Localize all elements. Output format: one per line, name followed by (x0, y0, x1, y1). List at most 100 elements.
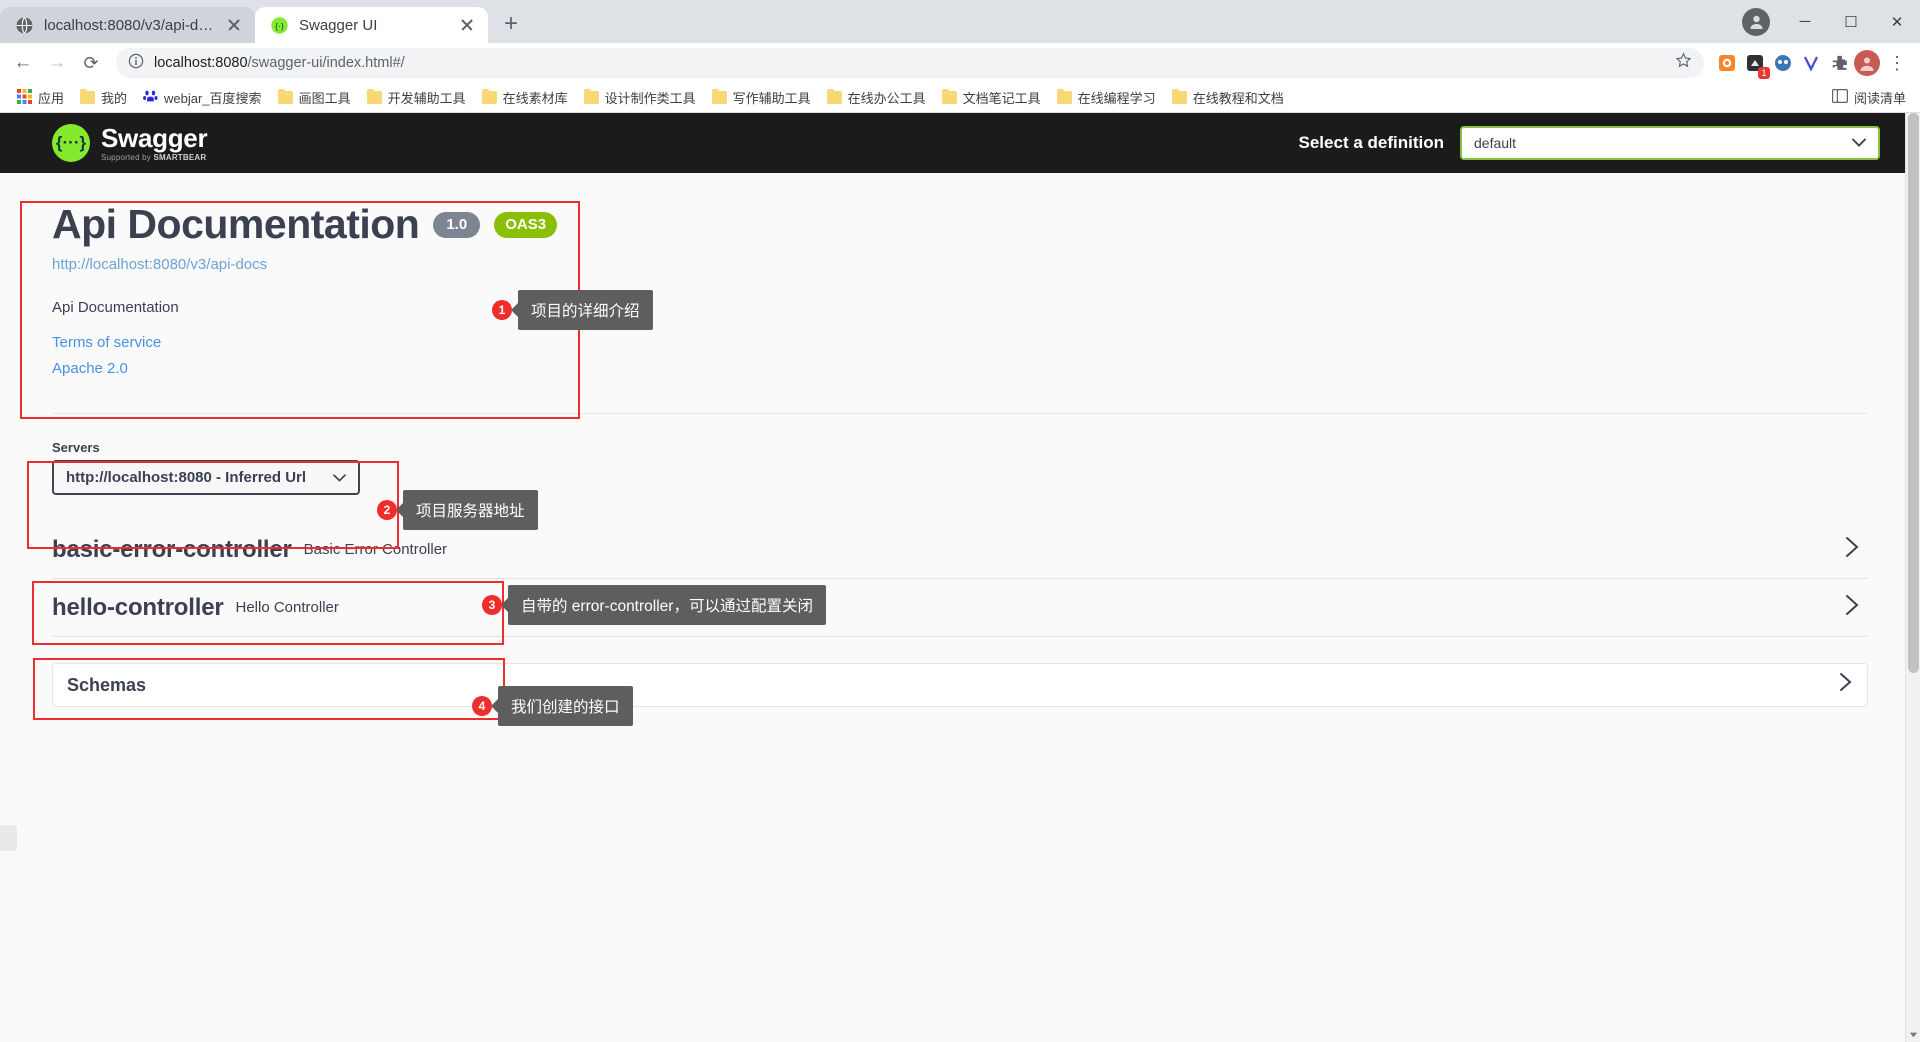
minimize-button[interactable]: ─ (1782, 0, 1828, 43)
avatar[interactable] (1742, 7, 1770, 36)
oas-badge: OAS3 (494, 211, 558, 238)
bookmark-label: 应用 (38, 91, 65, 106)
swagger-logo[interactable]: {···} Swagger Supported by SMARTBEAR (52, 122, 208, 162)
apps-grid-icon (17, 88, 32, 107)
chevron-down-icon (333, 470, 346, 485)
browser-toolbar: ← → ⟳ localhost:8080/swagger-ui/index.ht… (0, 43, 1920, 83)
sidebar-collapse-handle[interactable] (0, 825, 17, 851)
bookmark-folder-material-library[interactable]: 在线素材库 (475, 85, 575, 110)
scrollbar-thumb[interactable] (1908, 113, 1919, 673)
url-path: /swagger-ui/index.html#/ (247, 55, 405, 71)
folder-icon (277, 88, 293, 104)
bookmark-folder-doc-note-tools[interactable]: 文档笔记工具 (935, 85, 1048, 110)
folder-icon (1171, 88, 1187, 104)
swagger-icon: {·} (270, 16, 289, 35)
definition-select[interactable]: default (1460, 126, 1880, 160)
browser-tab-api-docs[interactable]: localhost:8080/v3/api-docs (0, 7, 255, 43)
folder-icon (711, 88, 727, 104)
bookmark-label: 在线办公工具 (847, 91, 926, 106)
folder-icon (941, 88, 957, 104)
chevron-right-icon[interactable] (1845, 594, 1868, 622)
bookmark-folder-mine[interactable]: 我的 (73, 85, 134, 110)
bookmark-webjar-baidu[interactable]: webjar_百度搜索 (136, 85, 269, 110)
supported-by-text: Supported by (101, 152, 151, 162)
folder-icon (80, 88, 96, 104)
page-scrollbar[interactable] (1905, 113, 1920, 1042)
maximize-button[interactable]: ☐ (1828, 0, 1874, 43)
bookmark-folder-office-tools[interactable]: 在线办公工具 (820, 85, 933, 110)
browser-window: localhost:8080/v3/api-docs {·} Swagger U… (0, 0, 1920, 1042)
folder-icon (366, 88, 382, 104)
schemas-row[interactable]: Schemas (52, 663, 1868, 707)
scroll-down-icon[interactable] (1909, 1030, 1918, 1039)
definition-selector-group: Select a definition default (1299, 126, 1880, 160)
svg-text:{·}: {·} (275, 21, 284, 31)
bookmark-label: 画图工具 (298, 91, 351, 106)
back-icon[interactable]: ← (8, 48, 38, 78)
terms-of-service-link[interactable]: Terms of service (52, 334, 1848, 351)
swagger-content: Api Documentation 1.0 OAS3 http://localh… (0, 173, 1920, 707)
bookmark-folder-drawing-tools[interactable]: 画图工具 (271, 85, 358, 110)
version-badge: 1.0 (433, 211, 481, 238)
license-link[interactable]: Apache 2.0 (52, 360, 1848, 377)
extension-dark-icon[interactable]: 1 (1742, 50, 1770, 79)
bookmark-label: 在线教程和文档 (1192, 91, 1284, 106)
server-select[interactable]: http://localhost:8080 - Inferred Url (52, 460, 360, 495)
new-tab-button[interactable]: + (494, 7, 528, 41)
reading-list-button[interactable]: 阅读清单 (1831, 88, 1906, 107)
swagger-logo-icon: {···} (52, 124, 90, 162)
bookmark-label: 设计制作类工具 (604, 91, 696, 106)
extension-orange-icon[interactable] (1714, 50, 1740, 76)
tag-name: hello-controller (52, 593, 224, 621)
close-icon[interactable] (458, 16, 476, 34)
bookmark-label: 开发辅助工具 (387, 91, 466, 106)
tag-row-basic-error-controller[interactable]: basic-error-controller Basic Error Contr… (52, 521, 1868, 579)
bookmark-folder-tutorials-docs[interactable]: 在线教程和文档 (1165, 85, 1291, 110)
bookmark-label: 在线编程学习 (1077, 91, 1156, 106)
address-bar[interactable]: localhost:8080/swagger-ui/index.html#/ (116, 48, 1704, 78)
swagger-wordmark: Swagger (101, 122, 208, 153)
bookmark-label: 写作辅助工具 (732, 91, 811, 106)
bookmark-folder-dev-tools[interactable]: 开发辅助工具 (360, 85, 473, 110)
bookmark-apps[interactable]: 应用 (10, 85, 71, 110)
servers-label: Servers (52, 440, 100, 455)
browser-menu-icon[interactable]: ⋮ (1882, 48, 1912, 78)
extensions-puzzle-icon[interactable] (1826, 50, 1852, 76)
bookmark-folder-design-tools[interactable]: 设计制作类工具 (577, 85, 703, 110)
bookmark-folder-online-programming[interactable]: 在线编程学习 (1050, 85, 1163, 110)
swagger-supported-by: Supported by SMARTBEAR (101, 152, 207, 162)
close-icon[interactable] (225, 16, 243, 34)
extension-blue-icon[interactable] (1770, 50, 1796, 76)
close-window-button[interactable]: ✕ (1874, 0, 1920, 43)
reload-icon[interactable]: ⟳ (76, 48, 106, 78)
page-title: Api Documentation (52, 201, 420, 247)
tag-description: Basic Error Controller (303, 541, 448, 558)
baidu-icon (143, 89, 158, 107)
servers-block: Servers http://localhost:8080 - Inferred… (52, 414, 1868, 521)
schemas-title: Schemas (67, 674, 147, 695)
swagger-ui-page: {···} Swagger Supported by SMARTBEAR Sel… (0, 113, 1920, 1042)
extension-v-icon[interactable] (1798, 50, 1824, 76)
tag-description: Hello Controller (235, 599, 339, 616)
info-icon[interactable] (128, 53, 144, 74)
tag-row-hello-controller[interactable]: hello-controller Hello Controller (52, 579, 1868, 637)
chevron-right-icon[interactable] (1839, 672, 1853, 698)
bookmarks-bar: 应用 我的 webjar_百度搜索 画图工具 开发辅助工具 在线素材库 设计制作… (0, 83, 1920, 113)
extension-badge-count: 1 (1758, 67, 1770, 79)
bookmark-folder-writing-tools[interactable]: 写作辅助工具 (705, 85, 818, 110)
api-docs-url-link[interactable]: http://localhost:8080/v3/api-docs (52, 256, 1848, 273)
star-icon[interactable] (1675, 52, 1692, 74)
window-controls: ─ ☐ ✕ (1742, 0, 1920, 43)
profile-avatar[interactable] (1854, 50, 1880, 76)
browser-tab-swagger-ui[interactable]: {·} Swagger UI (255, 7, 488, 43)
tab-title: localhost:8080/v3/api-docs (44, 16, 215, 34)
reading-list-label: 阅读清单 (1853, 91, 1906, 106)
forward-icon[interactable]: → (42, 48, 72, 78)
bookmark-label: webjar_百度搜索 (164, 91, 262, 106)
tab-title: Swagger UI (299, 16, 378, 34)
api-title-row: Api Documentation 1.0 OAS3 (52, 201, 1848, 248)
select-definition-label: Select a definition (1298, 133, 1444, 152)
chevron-right-icon[interactable] (1845, 536, 1868, 564)
server-select-value: http://localhost:8080 - Inferred Url (66, 469, 307, 486)
globe-icon (15, 16, 34, 35)
